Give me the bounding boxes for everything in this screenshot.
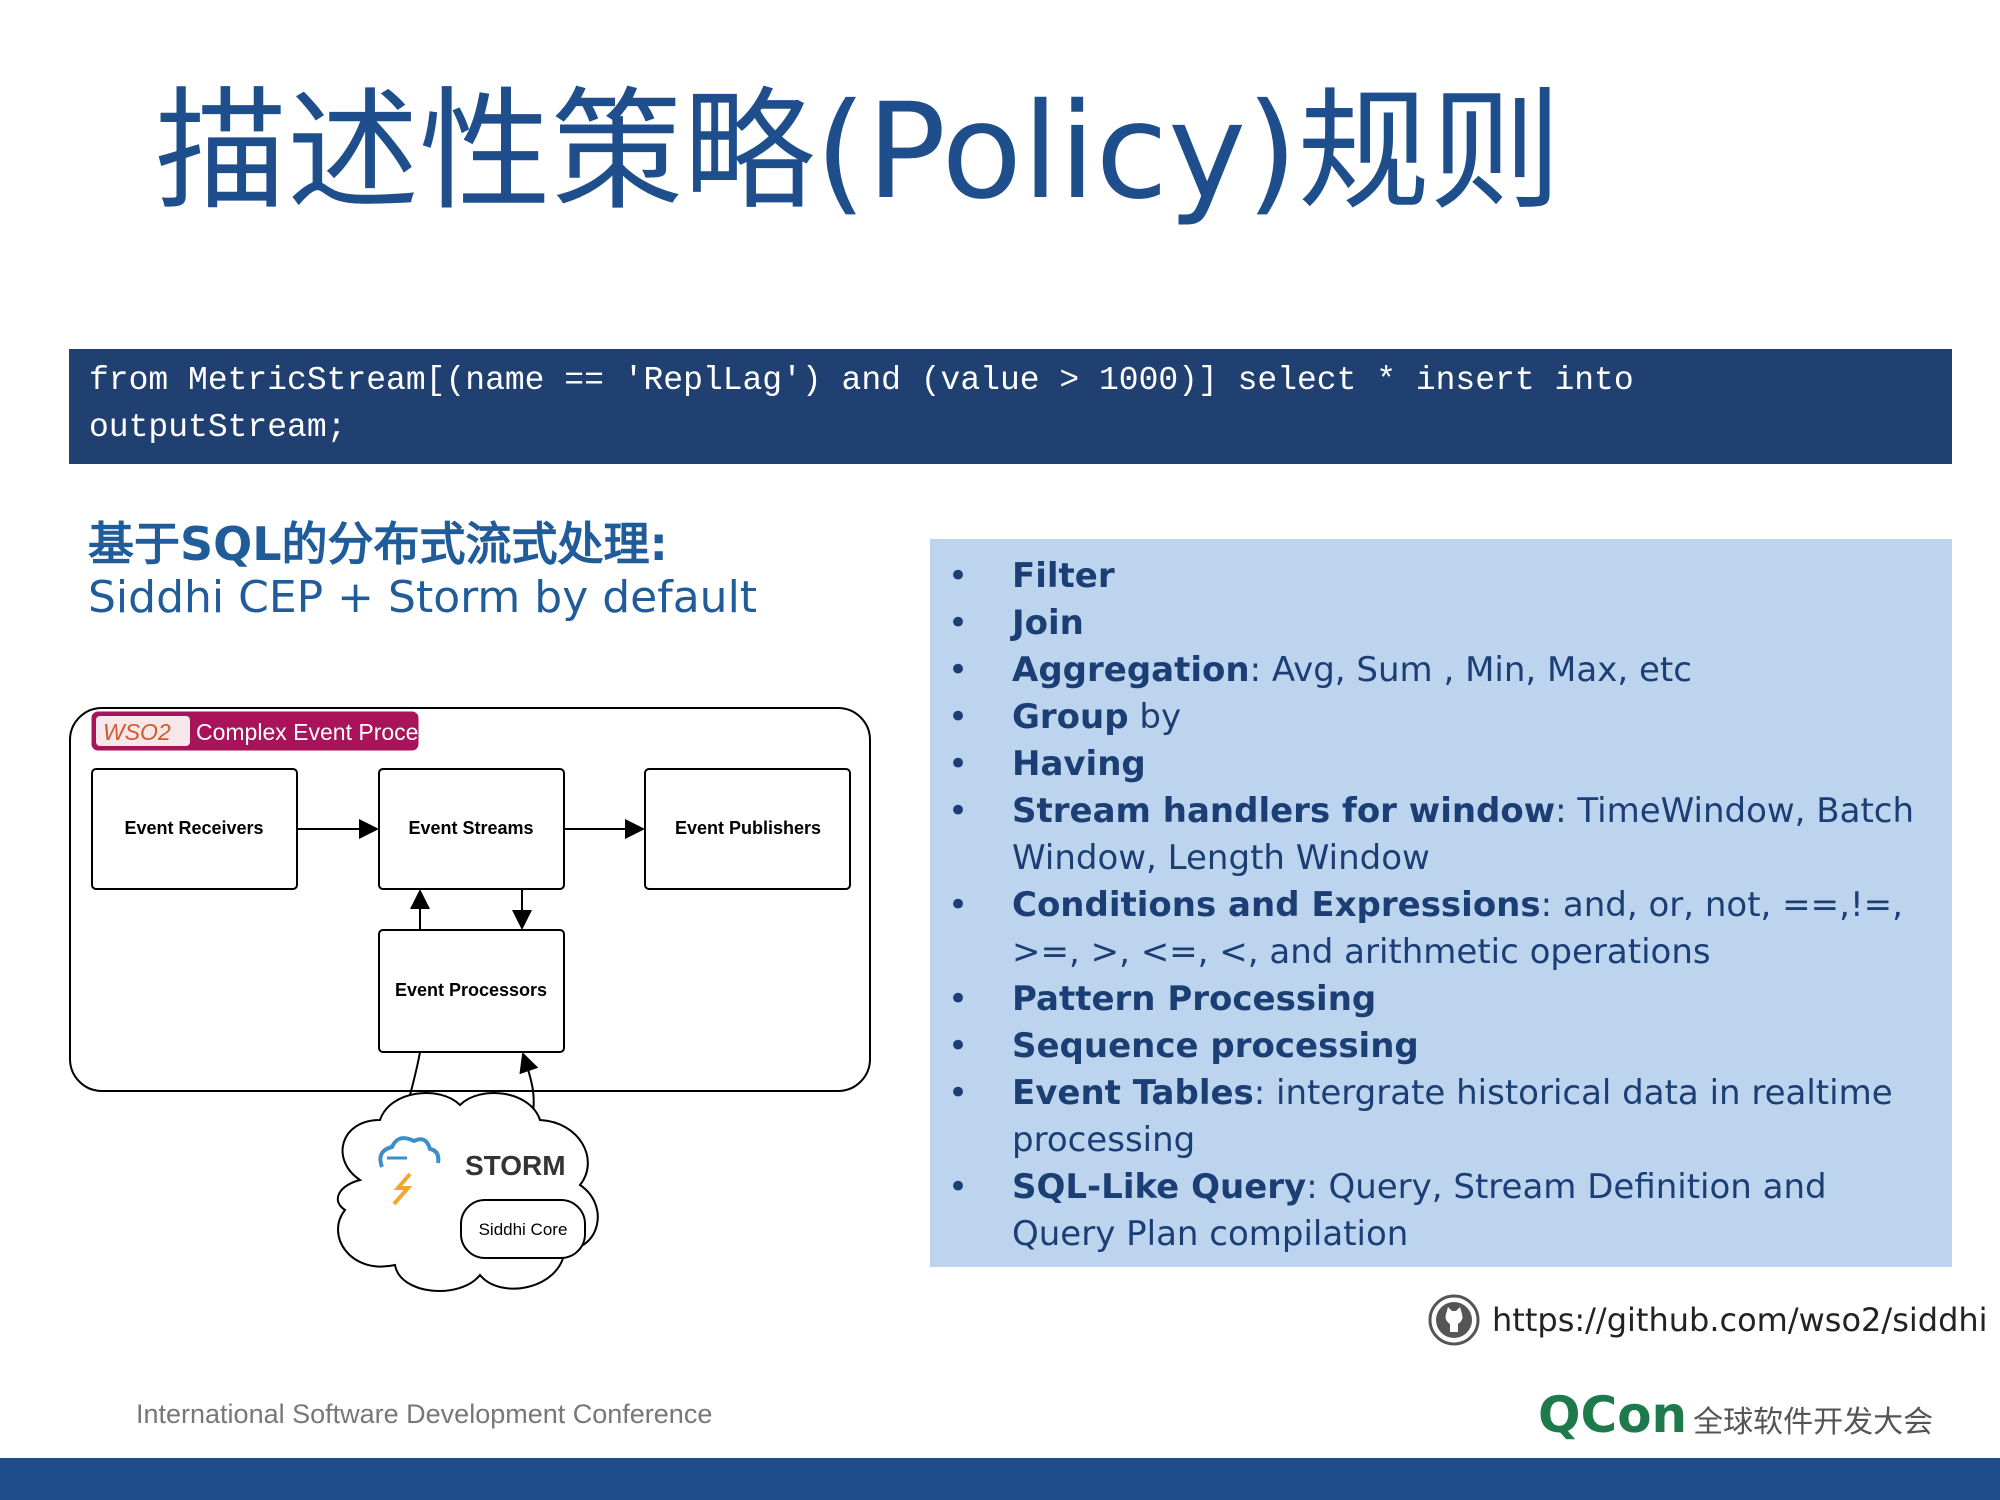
- bullet-icon: •: [948, 556, 969, 596]
- bullet-icon: •: [948, 979, 969, 1019]
- feature-name: Join: [1012, 603, 1084, 643]
- feature-name: Stream handlers for window: [1012, 791, 1556, 831]
- slide-title: 描述性策略(Policy)规则: [155, 75, 1562, 229]
- feature-name: Having: [1012, 744, 1146, 784]
- event-streams-label: Event Streams: [408, 818, 533, 838]
- cep-architecture-diagram: WSO2 Complex Event Processor Event Recei…: [69, 707, 871, 1292]
- bullet-icon: •: [948, 1073, 969, 1113]
- conference-name: International Software Development Confe…: [136, 1399, 713, 1429]
- feature-name: Aggregation: [1012, 650, 1250, 690]
- feature-item: • Stream handlers for window: TimeWindow,…: [948, 788, 1932, 882]
- storm-cloud: [336, 1092, 599, 1292]
- feature-name: Filter: [1012, 556, 1115, 596]
- event-publishers-label: Event Publishers: [675, 818, 821, 838]
- feature-item: • Aggregation: Avg, Sum , Min, Max, etc: [948, 647, 1932, 694]
- feature-detail: by: [1128, 697, 1182, 737]
- bullet-icon: •: [948, 1026, 969, 1066]
- feature-item: • Event Tables: intergrate historical dat…: [948, 1070, 1932, 1164]
- bottom-bar: [0, 1458, 2000, 1500]
- feature-item: • Group by: [948, 694, 1932, 741]
- storm-label: STORM: [465, 1150, 566, 1181]
- feature-name: Pattern Processing: [1012, 979, 1377, 1019]
- feature-item: • Sequence processing: [948, 1023, 1932, 1070]
- feature-item: • Pattern Processing: [948, 976, 1932, 1023]
- code-line-1: from MetricStream[(name == 'ReplLag') an…: [89, 362, 1634, 399]
- feature-name: Group: [1012, 697, 1129, 737]
- feature-item: • SQL-Like Query: Query, Stream Definitio…: [948, 1164, 1932, 1258]
- feature-detail: : Avg, Sum , Min, Max, etc: [1249, 650, 1692, 690]
- feature-item: • Conditions and Expressions: and, or, no…: [948, 882, 1932, 976]
- bullet-icon: •: [948, 603, 969, 643]
- bullet-icon: •: [948, 1167, 969, 1207]
- siddhi-core-label: Siddhi Core: [479, 1220, 568, 1239]
- github-link[interactable]: https://github.com/wso2/siddhi: [1428, 1294, 1988, 1346]
- github-url[interactable]: https://github.com/wso2/siddhi: [1492, 1301, 1988, 1339]
- feature-item: • Join: [948, 600, 1932, 647]
- feature-list: • Filter • Join • Aggregation: Avg, Sum , Min…: [948, 553, 1932, 1258]
- section-heading: 基于SQL的分布式流式处理:: [88, 517, 668, 571]
- bullet-icon: •: [948, 697, 969, 737]
- feature-item: • Having: [948, 741, 1932, 788]
- bullet-icon: •: [948, 744, 969, 784]
- qcon-logo: QCon: [1538, 1386, 1688, 1444]
- feature-name: Sequence processing: [1012, 1026, 1419, 1066]
- github-icon: [1428, 1294, 1480, 1346]
- event-processors-label: Event Processors: [395, 980, 547, 1000]
- bullet-icon: •: [948, 885, 969, 925]
- qcon-branding: QCon 全球软件开发大会: [1538, 1386, 1933, 1444]
- feature-name: SQL-Like Query: [1012, 1167, 1307, 1207]
- section-subtext: Siddhi CEP + Storm by default: [88, 572, 758, 623]
- cep-header-label: Complex Event Processor: [196, 719, 462, 745]
- bullet-icon: •: [948, 791, 969, 831]
- feature-name: Conditions and Expressions: [1012, 885, 1541, 925]
- feature-item: • Filter: [948, 553, 1932, 600]
- code-banner: from MetricStream[(name == 'ReplLag') an…: [69, 349, 1952, 464]
- code-line-2: outputStream;: [89, 409, 347, 446]
- feature-name: Event Tables: [1012, 1073, 1254, 1113]
- event-receivers-label: Event Receivers: [124, 818, 263, 838]
- qcon-tagline: 全球软件开发大会: [1693, 1405, 1934, 1440]
- bullet-icon: •: [948, 650, 969, 690]
- feature-list-panel: • Filter • Join • Aggregation: Avg, Sum , Min…: [930, 539, 1952, 1267]
- wso2-logo: WSO2: [103, 719, 171, 745]
